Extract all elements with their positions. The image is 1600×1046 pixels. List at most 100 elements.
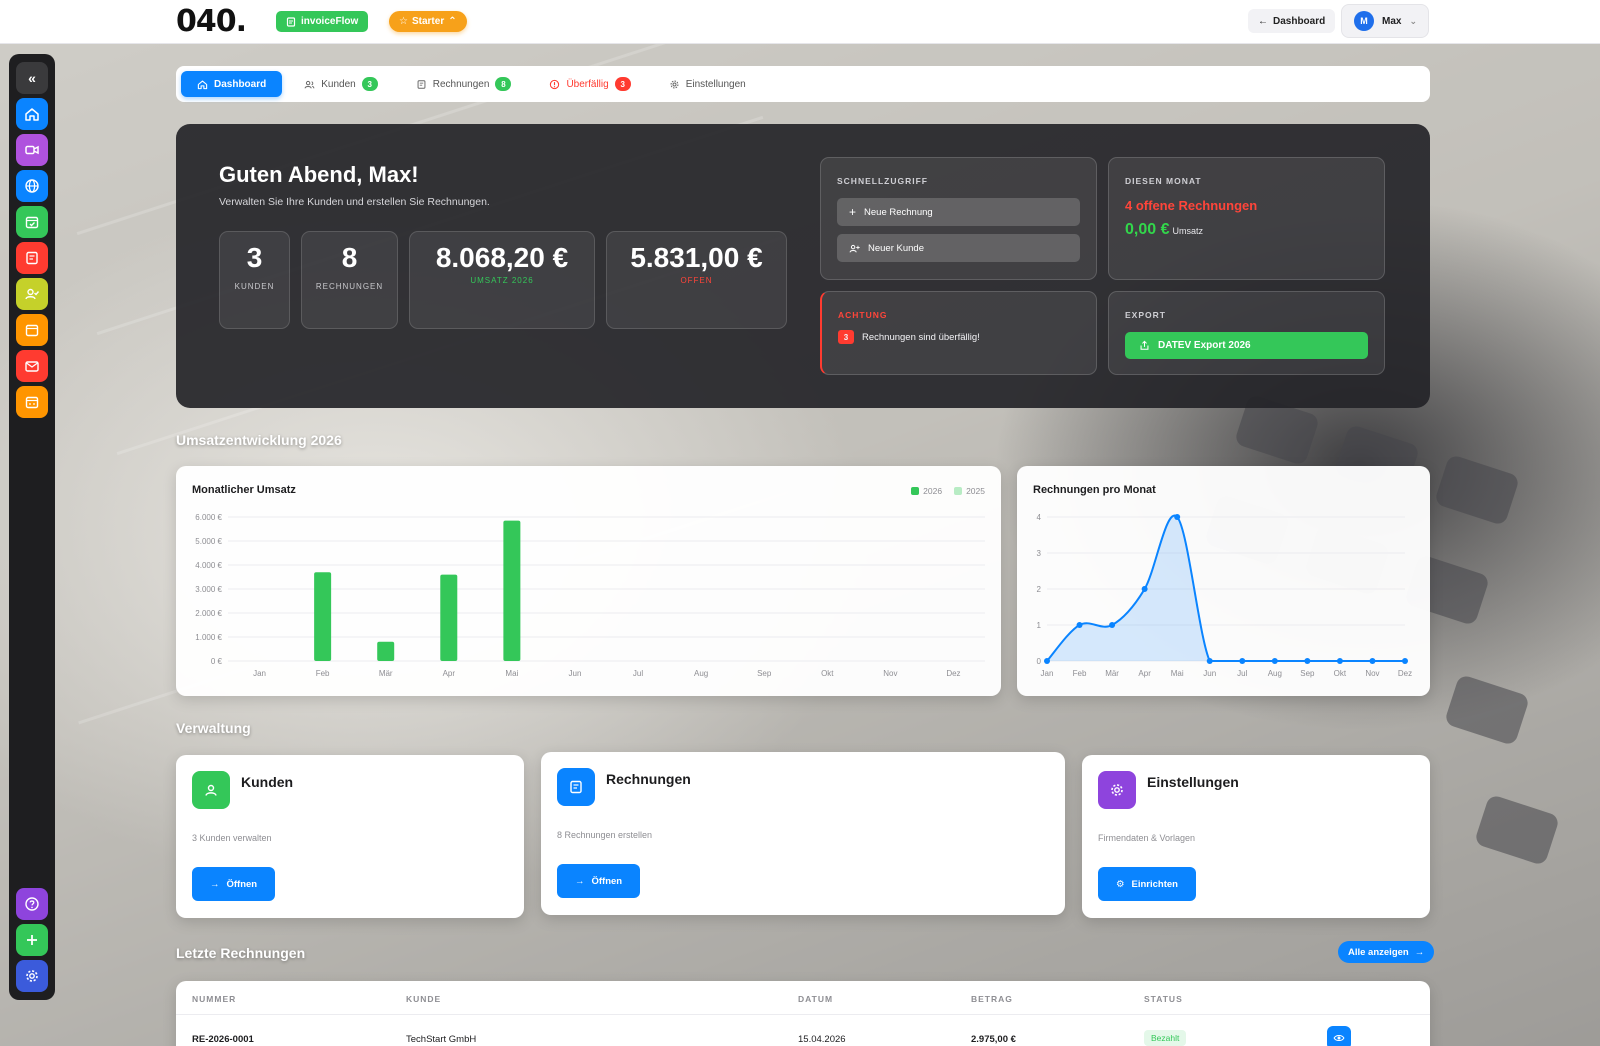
new-customer-button[interactable]: Neuer Kunde <box>837 234 1080 262</box>
avatar: M <box>1354 11 1374 31</box>
dock-video[interactable] <box>16 134 48 166</box>
area-fill <box>1047 515 1405 661</box>
invoice-customer: TechStart GmbH <box>406 1034 477 1045</box>
overdue-alert-card[interactable]: ACHTUNG 3 Rechnungen sind überfällig! <box>820 291 1097 375</box>
dock-settings[interactable] <box>16 960 48 992</box>
y-tick-label: 4.000 € <box>195 561 222 570</box>
bar-2026-apr <box>440 574 458 661</box>
arrow-right-icon: → <box>210 878 220 890</box>
dock-calendar-check[interactable] <box>16 206 48 238</box>
app-switcher-button[interactable]: invoiceFlow <box>276 11 369 32</box>
brand-logo[interactable]: 040. <box>176 4 247 39</box>
user-menu-button[interactable]: M Max ⌄ <box>1341 4 1429 38</box>
setup-settings-button[interactable]: ⚙ Einrichten <box>1098 867 1196 901</box>
management-card-settings[interactable]: Einstellungen Firmendaten & Vorlagen ⚙ E… <box>1082 755 1430 918</box>
point-feb <box>1076 622 1083 628</box>
point-okt <box>1336 658 1343 664</box>
button-label: Öffnen <box>226 878 258 890</box>
management-card-customers[interactable]: Kunden 3 Kunden verwalten → Öffnen <box>176 755 524 918</box>
stat-customers[interactable]: 3 KUNDEN <box>219 231 290 329</box>
stat-revenue[interactable]: 8.068,20 € UMSATZ 2026 <box>409 231 595 329</box>
tab-ueberfaellig[interactable]: Überfällig 3 <box>533 71 646 97</box>
point-dez <box>1402 658 1408 664</box>
back-to-dashboard-button[interactable]: ← Dashboard <box>1248 9 1336 33</box>
status-badge: Bezahlt <box>1144 1030 1187 1046</box>
show-all-button[interactable]: Alle anzeigen → <box>1338 941 1435 963</box>
main-tabs: Dashboard Kunden 3 Rechnungen 8 Überfäll… <box>176 66 1430 102</box>
stat-label: KUNDEN <box>234 282 275 291</box>
month-revenue: 0,00 € Umsatz <box>1125 221 1203 239</box>
column-header[interactable]: DATUM <box>798 994 833 1004</box>
bar-chart-svg: 0 € 1.000 € 2.000 € 3.000 € 4.000 € 5.000 € 6.… <box>195 513 985 678</box>
users-icon <box>192 771 230 809</box>
back-label: Dashboard <box>1273 15 1326 27</box>
tab-dashboard[interactable]: Dashboard <box>181 71 283 97</box>
calendar-check-icon <box>25 216 39 229</box>
open-invoices-button[interactable]: → Öffnen <box>557 864 641 898</box>
count-badge: 3 <box>361 77 378 91</box>
column-header[interactable]: STATUS <box>1144 994 1183 1004</box>
invoices-per-month-chart: Rechnungen pro Monat 0 1 2 3 4 Jan Feb Mär Apr Ma… <box>1017 466 1430 696</box>
y-tick-label: 3 <box>1037 549 1042 558</box>
gear-icon <box>1098 771 1136 809</box>
plan-label: Starter <box>411 16 445 27</box>
gear-icon <box>670 80 679 88</box>
globe-icon <box>25 179 39 193</box>
stat-value: 8.068,20 € <box>435 242 569 273</box>
dock-add[interactable] <box>16 924 48 956</box>
gear-icon: ⚙ <box>1116 878 1125 890</box>
dock-globe[interactable] <box>16 170 48 202</box>
overdue-count: 3 <box>838 330 854 344</box>
management-card-invoices[interactable]: Rechnungen 8 Rechnungen erstellen → Öffn… <box>541 752 1065 915</box>
stat-open[interactable]: 5.831,00 € OFFEN <box>606 231 787 329</box>
tab-einstellungen[interactable]: Einstellungen <box>653 71 762 97</box>
y-tick-label: 1.000 € <box>195 633 222 642</box>
plus-icon <box>27 935 37 945</box>
area-chart-svg: 0 1 2 3 4 Jan Feb Mär Apr Mai Jun Jul Aug Sep Okt Nov De… <box>1037 513 1413 678</box>
x-tick-label: Mai <box>505 669 518 678</box>
x-tick-label: Jun <box>1203 669 1216 678</box>
stat-invoices[interactable]: 8 RECHNUNGEN <box>301 231 398 329</box>
button-label: Alle anzeigen <box>1348 946 1409 958</box>
alert-text: Rechnungen sind überfällig! <box>862 331 980 343</box>
dock-planner[interactable] <box>16 386 48 418</box>
column-header[interactable]: NUMMER <box>192 994 236 1004</box>
divider <box>176 1014 1430 1015</box>
dock-tasks[interactable] <box>16 278 48 310</box>
users-icon <box>304 80 315 88</box>
arrow-right-icon: → <box>1414 946 1425 958</box>
y-tick-label: 5.000 € <box>195 537 222 546</box>
dock-mail[interactable] <box>16 350 48 382</box>
x-tick-label: Nov <box>1365 669 1379 678</box>
stat-label: OFFEN <box>680 276 713 285</box>
x-tick-label: Mai <box>1171 669 1184 678</box>
dock-invoices[interactable] <box>16 242 48 274</box>
open-customers-button[interactable]: → Öffnen <box>192 867 276 901</box>
bar-2026-feb <box>314 572 332 661</box>
x-tick-label: Sep <box>1300 669 1315 678</box>
datev-export-button[interactable]: DATEV Export 2026 <box>1125 332 1368 359</box>
column-header[interactable]: KUNDE <box>406 994 441 1004</box>
tab-kunden[interactable]: Kunden 3 <box>288 71 393 97</box>
x-tick-label: Feb <box>1073 669 1087 678</box>
tab-rechnungen[interactable]: Rechnungen 8 <box>400 71 528 97</box>
stat-label: UMSATZ 2026 <box>470 276 534 285</box>
dock-help[interactable] <box>16 888 48 920</box>
card-title: Einstellungen <box>1147 774 1239 790</box>
open-invoices-link[interactable]: 4 offene Rechnungen <box>1125 198 1257 213</box>
plan-badge-button[interactable]: ☆ Starter ⌃ <box>389 11 467 32</box>
dock-calendar[interactable] <box>16 314 48 346</box>
collapse-dock-button[interactable]: « <box>16 62 48 94</box>
stat-value: 3 <box>246 242 263 273</box>
column-header[interactable]: BETRAG <box>971 994 1013 1004</box>
view-invoice-button[interactable] <box>1327 1026 1351 1046</box>
point-jun <box>1206 658 1213 664</box>
welcome-panel: Guten Abend, Max! Verwalten Sie Ihre Kun… <box>176 124 1430 408</box>
gear-icon <box>26 970 38 982</box>
card-caption: SCHNELLZUGRIFF <box>837 176 928 186</box>
dock-home[interactable] <box>16 98 48 130</box>
x-tick-label: Nov <box>883 669 897 678</box>
new-invoice-button[interactable]: + Neue Rechnung <box>837 198 1080 226</box>
tab-label: Einstellungen <box>685 78 746 90</box>
invoice-amount: 2.975,00 € <box>971 1034 1016 1045</box>
